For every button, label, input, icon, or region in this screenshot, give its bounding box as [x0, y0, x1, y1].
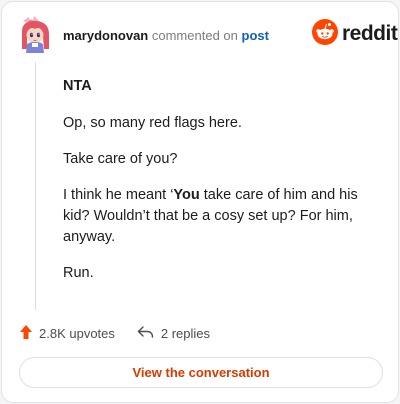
replies-button[interactable]: 2 replies — [137, 325, 210, 342]
upvote-count: 2.8K upvotes — [39, 325, 115, 341]
comment-bold-text: You — [173, 187, 200, 203]
reddit-logo[interactable]: reddit — [312, 18, 398, 50]
comment-title: NTA — [63, 78, 92, 94]
comment-text: I think he meant ‘ — [63, 187, 174, 203]
reddit-snoo-icon — [312, 18, 338, 50]
username-link[interactable]: marydonovan — [63, 28, 148, 43]
action-text: commented on — [151, 28, 238, 43]
view-conversation-button[interactable]: View the conversation — [19, 357, 383, 388]
comment-body: NTA Op, so many red flags here. Take car… — [63, 76, 383, 299]
comment-paragraph: I think he meant ‘You take care of him a… — [63, 185, 383, 248]
upvote-arrow-icon — [19, 324, 33, 343]
comment-actions: 2.8K upvotes 2 replies — [19, 323, 210, 343]
header-text: marydonovan commented on post — [63, 28, 269, 43]
reddit-wordmark: reddit — [342, 22, 398, 45]
replies-count: 2 replies — [160, 325, 211, 341]
avatar[interactable] — [19, 15, 51, 53]
post-link[interactable]: post — [242, 28, 269, 43]
comment-card: marydonovan commented on post reddit NTA… — [1, 1, 399, 403]
comment-paragraph: Take care of you? — [63, 151, 178, 167]
comment-header: marydonovan commented on post reddit — [2, 2, 398, 62]
thread-line — [35, 62, 36, 310]
reply-icon — [137, 325, 154, 342]
comment-paragraph: Run. — [63, 265, 94, 281]
comment-paragraph: Op, so many red flags here. — [63, 115, 242, 131]
upvote-button[interactable]: 2.8K upvotes — [19, 324, 115, 343]
